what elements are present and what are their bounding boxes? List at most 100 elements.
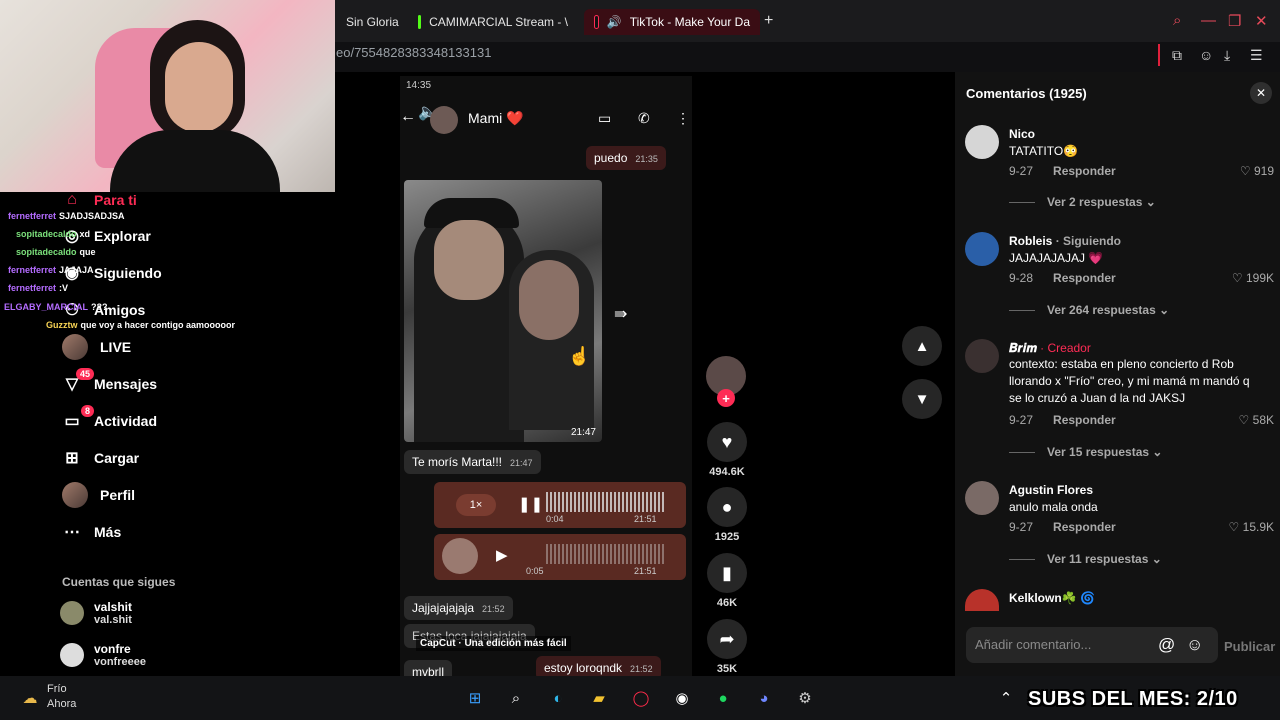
nav-perfil[interactable]: Perfil	[62, 482, 135, 508]
view-replies[interactable]: Ver 15 respuestas ⌄	[1009, 445, 1162, 459]
next-video-button[interactable]: ▼	[902, 379, 942, 419]
windows-start-icon[interactable]: ⊞	[463, 686, 487, 710]
share-icon: ➦	[707, 619, 747, 659]
kick-icon	[418, 15, 422, 29]
obs-icon[interactable]: ◉	[670, 686, 694, 710]
phone-status-bar: 14:35	[406, 80, 432, 91]
url-text[interactable]: eo/7554828383348133131	[336, 45, 491, 60]
chevron-down-icon: ▼	[914, 390, 930, 408]
follow-plus-icon[interactable]: +	[717, 389, 735, 407]
comment-author[interactable]: 𝑩𝒓𝒊𝒎 · Creador	[1009, 341, 1091, 356]
pause-icon: ❚❚	[518, 496, 544, 513]
spotify-icon[interactable]: ●	[711, 686, 735, 710]
share-button[interactable]: ➦ 35K	[706, 619, 748, 675]
reply-button[interactable]: Responder	[1053, 413, 1116, 427]
message-bubble: mvbrll	[404, 660, 452, 676]
edge-icon[interactable]: ◐	[546, 686, 570, 710]
search-icon[interactable]: ⌕	[1173, 12, 1181, 29]
view-replies[interactable]: Ver 264 respuestas ⌄	[1009, 303, 1169, 317]
comment-like[interactable]: ♡ 58K	[1239, 413, 1274, 427]
comment-input[interactable]: Añadir comentario...	[975, 637, 1091, 652]
comment-avatar[interactable]	[965, 481, 999, 515]
contact-name: Mami ❤️	[468, 110, 524, 126]
nav-actividad[interactable]: ▭ 8 Actividad	[62, 405, 157, 431]
comment-like[interactable]: ♡ 15.9K	[1229, 520, 1274, 534]
publish-button[interactable]: Publicar	[1224, 639, 1275, 654]
comment-meta: 9-27 Responder	[1009, 413, 1116, 427]
comment-author[interactable]: Robleis · Siguiendo	[1009, 234, 1121, 248]
reply-button[interactable]: Responder	[1053, 271, 1116, 285]
comments-title: Comentarios (1925)	[966, 86, 1087, 101]
comment-author[interactable]: Nico	[1009, 127, 1035, 141]
comment-like[interactable]: ♡ 919	[1240, 164, 1274, 178]
phone-icon: ✆	[638, 110, 650, 126]
nav-cargar[interactable]: ⊞ Cargar	[62, 448, 139, 468]
comment-like[interactable]: ♡ 199K	[1232, 271, 1274, 285]
close-icon[interactable]: ✕	[1250, 82, 1272, 104]
nav-para-ti[interactable]: ⌂ Para ti	[62, 190, 137, 210]
nav-label: Mensajes	[94, 376, 158, 392]
tab-camimarcial[interactable]: CAMIMARCIAL Stream - \	[408, 9, 578, 35]
close-window-icon[interactable]: ✕	[1255, 12, 1268, 30]
chevron-up-icon: ▲	[914, 337, 930, 355]
chat-line: sopitadecaldo que	[16, 247, 96, 257]
opera-gx-icon[interactable]: ◯	[629, 686, 653, 710]
extensions-icon[interactable]: ⧉	[1172, 47, 1182, 64]
streamer-face	[165, 42, 233, 132]
profile-icon[interactable]: ☺	[1199, 47, 1213, 63]
nav-mensajes[interactable]: ▽ 45 Mensajes	[62, 368, 158, 394]
waveform	[546, 492, 666, 512]
weather-widget[interactable]: Frío Ahora	[47, 682, 76, 712]
emoji-icon[interactable]: ☺	[1186, 635, 1203, 655]
search-icon[interactable]: ⌕	[504, 686, 528, 710]
speaker-icon[interactable]: 🔊	[607, 15, 622, 29]
tray-chevron-icon[interactable]: ⌃	[994, 686, 1018, 710]
message-bubble: Jajjajajajaja 21:52	[404, 596, 513, 620]
forward-icon: ⇛	[614, 306, 628, 323]
comment-author[interactable]: Agustin Flores	[1009, 483, 1093, 497]
share-count: 35K	[716, 663, 738, 675]
photo-woman-face	[519, 260, 579, 340]
reply-button[interactable]: Responder	[1053, 520, 1116, 534]
nav-live[interactable]: LIVE	[62, 334, 131, 360]
upload-icon: ⊞	[65, 450, 79, 467]
tab-tiktok[interactable]: 🔊 TikTok - Make Your Da	[584, 9, 760, 35]
message-bubble: puedo 21:35	[586, 146, 666, 170]
save-button[interactable]: ▮ 46K	[706, 553, 748, 609]
reply-button[interactable]: Responder	[1053, 164, 1116, 178]
weather-icon[interactable]: ☁	[18, 686, 42, 710]
file-explorer-icon[interactable]: ▰	[587, 686, 611, 710]
nav-mas[interactable]: ⋯ Más	[62, 522, 121, 542]
video-player[interactable]: 14:35 ← 🔈 Mami ❤️ ▭ ✆ ⋮ puedo 21:35 21:47…	[400, 76, 692, 676]
view-replies[interactable]: Ver 2 respuestas ⌄	[1009, 195, 1156, 209]
heart-icon: ♥	[707, 422, 747, 462]
following-account[interactable]: vonfre vonfreeee	[60, 642, 146, 668]
comment-author[interactable]: Kelklown☘️ 🌀	[1009, 591, 1095, 605]
following-account[interactable]: valshit val.shit	[60, 600, 132, 626]
activity-icon: ▭ 8	[62, 405, 94, 431]
comment-button[interactable]: ● 1925	[706, 487, 748, 543]
settings-icon[interactable]: ⚙	[793, 686, 817, 710]
nav-label: LIVE	[100, 339, 132, 355]
more-vert-icon[interactable]: ⋮	[676, 110, 690, 127]
comment-count: 1925	[714, 531, 740, 543]
chat-line: fernetferret:V	[8, 283, 69, 293]
streamer-body	[110, 130, 280, 192]
download-icon[interactable]: ⤓	[1224, 47, 1230, 64]
minimize-icon[interactable]: —	[1201, 12, 1216, 29]
maximize-icon[interactable]: ❐	[1228, 12, 1241, 30]
previous-video-button[interactable]: ▲	[902, 326, 942, 366]
like-button[interactable]: ♥ 494.6K	[706, 422, 748, 478]
mention-icon[interactable]: @	[1158, 635, 1175, 655]
comment-avatar[interactable]	[965, 125, 999, 159]
comment-text: anulo mala onda	[1009, 500, 1098, 514]
speed-badge: 1×	[456, 494, 496, 516]
tab-sin-gloria[interactable]: Sin Gloria	[336, 9, 406, 35]
menu-icon[interactable]: ☰	[1250, 47, 1263, 64]
view-replies[interactable]: Ver 11 respuestas ⌄	[1009, 552, 1162, 566]
new-tab-button[interactable]: +	[764, 12, 773, 30]
discord-icon[interactable]: ◕	[752, 686, 776, 710]
tab-label: Sin Gloria	[346, 15, 399, 29]
comment-avatar[interactable]	[965, 339, 999, 373]
comment-avatar[interactable]	[965, 232, 999, 266]
